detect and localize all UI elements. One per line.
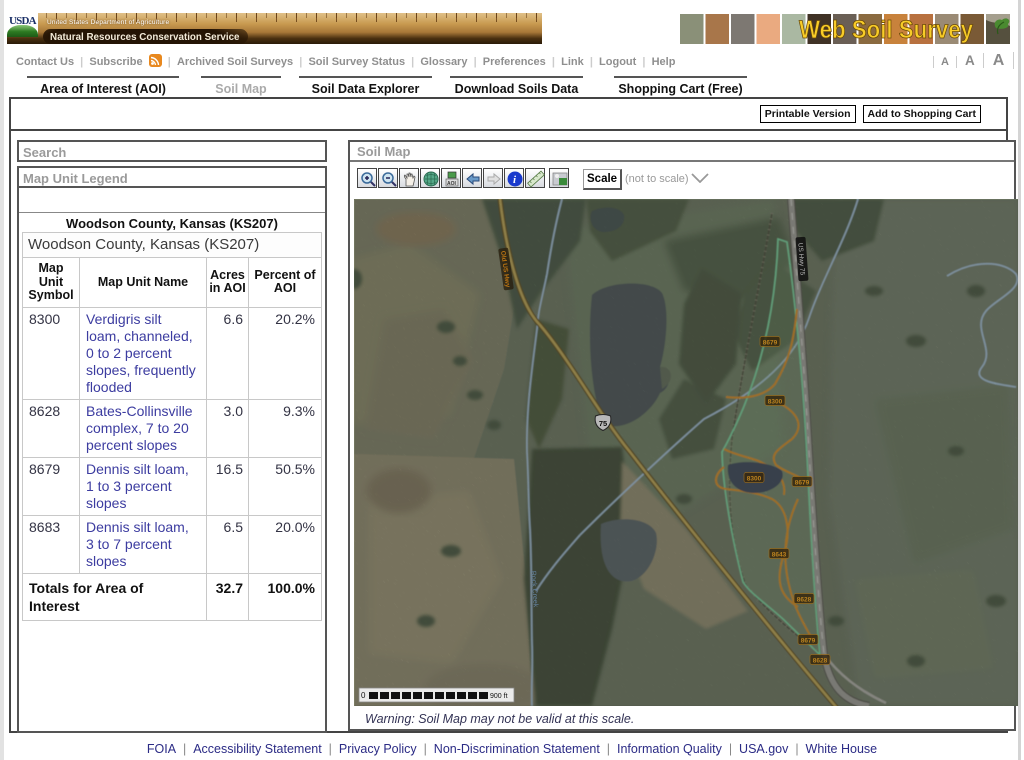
svg-text:Web Soil Survey: Web Soil Survey: [799, 16, 973, 44]
svg-text:AOI: AOI: [447, 181, 457, 187]
svg-text:900 ft: 900 ft: [490, 693, 508, 700]
svg-text:0: 0: [361, 691, 366, 700]
